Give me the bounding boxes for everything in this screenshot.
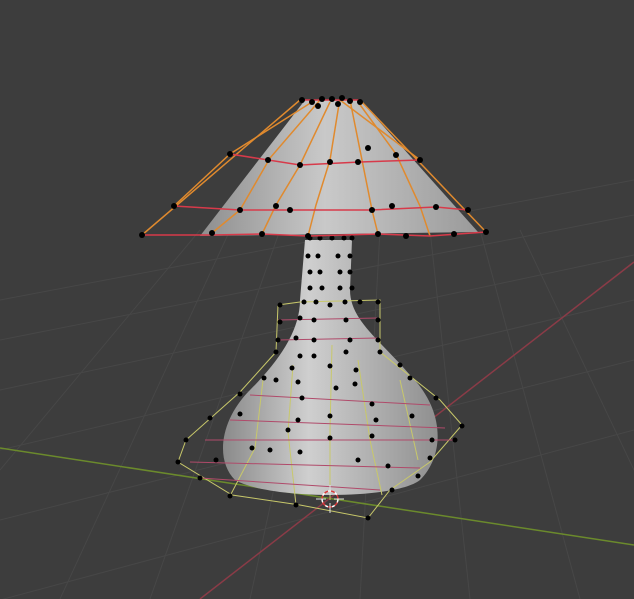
3d-viewport[interactable]: [0, 0, 634, 599]
lamp-base-mesh[interactable]: [175, 235, 465, 521]
viewport-canvas[interactable]: [0, 0, 634, 599]
lamp-shade-mesh[interactable]: [139, 95, 489, 239]
